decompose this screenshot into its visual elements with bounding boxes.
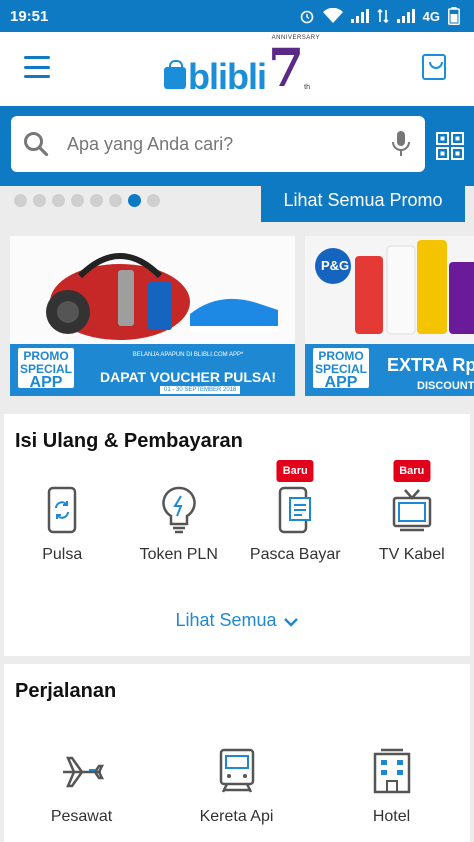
logo-anniversary-label: ANNIVERSARY — [271, 35, 321, 41]
alarm-icon — [299, 8, 315, 24]
travel-pesawat[interactable]: Pesawat — [4, 736, 159, 826]
app-header: blibli 7 th ANNIVERSARY — [0, 32, 474, 106]
shopping-bag-icon[interactable] — [422, 54, 446, 80]
service-token-pln[interactable]: Token PLN — [121, 474, 238, 564]
travel-section-title: Perjalanan — [15, 680, 117, 702]
airplane-icon — [62, 756, 104, 788]
train-icon — [219, 748, 254, 793]
new-badge: Baru — [276, 460, 314, 482]
promo-row: Lihat Semua Promo — [0, 178, 474, 236]
pg-products-illustration — [305, 236, 474, 346]
carousel-dot[interactable] — [147, 194, 160, 207]
carousel-dot[interactable] — [52, 194, 65, 207]
logo-th-suffix: th — [304, 84, 311, 91]
blibli-logo[interactable]: blibli 7 th ANNIVERSARY — [163, 35, 320, 99]
lightbulb-icon — [161, 486, 196, 534]
search-input[interactable] — [67, 133, 379, 155]
microphone-icon[interactable] — [391, 130, 411, 158]
service-pasca-bayar[interactable]: Baru Pasca Bayar — [237, 460, 354, 564]
tv-icon — [392, 489, 431, 532]
banner-date: 01 - 30 SEPTEMBER 2018 — [160, 386, 241, 394]
logo-text: blibli — [187, 56, 267, 97]
see-all-label: Lihat Semua — [175, 610, 277, 630]
service-tv-kabel[interactable]: Baru TV Kabel — [354, 460, 471, 564]
banner-main-text: DAPAT VOUCHER PULSA! — [99, 369, 277, 385]
logo-anniversary-number: 7 — [267, 38, 305, 99]
search-box[interactable] — [11, 116, 425, 172]
see-all-promo-button[interactable]: Lihat Semua Promo — [261, 178, 465, 222]
banner-main-text: EXTRA Rp — [387, 355, 474, 375]
carousel-dot[interactable] — [109, 194, 122, 207]
service-label: Pulsa — [42, 546, 83, 563]
wifi-icon — [322, 8, 343, 24]
battery-icon — [448, 7, 460, 25]
qr-scanner-icon[interactable] — [436, 132, 464, 160]
carousel-dot[interactable] — [71, 194, 84, 207]
payment-section-title: Isi Ulang & Pembayaran — [15, 430, 243, 452]
promo-special-app-badge: PROMO SPECIAL APP — [311, 346, 371, 391]
signal-icon-2 — [396, 9, 415, 23]
data-transfer-icon — [377, 9, 389, 23]
carousel-dot[interactable] — [14, 194, 27, 207]
signal-icon — [350, 9, 369, 23]
search-area — [0, 106, 474, 186]
promo-banner-pg[interactable]: P&G PROMOSPECIALAPP EXTRA Rp DISCOUNT FO… — [305, 236, 474, 396]
travel-label: Pesawat — [50, 808, 113, 825]
see-all-services-button[interactable]: Lihat Semua — [4, 610, 470, 631]
status-bar: 19:51 4G — [0, 0, 474, 32]
carousel-dot[interactable] — [33, 194, 46, 207]
carousel-dot[interactable] — [128, 194, 141, 207]
service-label: Token PLN — [139, 546, 218, 563]
search-icon — [24, 132, 49, 157]
shopping-bag-logo-icon — [163, 60, 186, 89]
network-type: 4G — [422, 8, 440, 24]
travel-kereta-api[interactable]: Kereta Api — [159, 736, 314, 826]
service-label: Pasca Bayar — [249, 546, 341, 563]
service-label: TV Kabel — [378, 546, 445, 563]
carousel-dot[interactable] — [90, 194, 103, 207]
banner-sub-text: DISCOUNT FOR ALL P& — [417, 380, 474, 392]
hotel-icon — [373, 748, 410, 794]
phone-refresh-icon — [48, 486, 77, 534]
status-time: 19:51 — [10, 7, 49, 25]
promo-banners: PROMO SPECIAL APP BELANJA APAPUN DI BLIBLI… — [0, 236, 474, 400]
chevron-down-icon — [283, 618, 298, 627]
service-pulsa[interactable]: Pulsa — [4, 474, 121, 564]
promo-special-app-badge: PROMO SPECIAL APP — [16, 346, 76, 391]
carousel-dots — [14, 194, 160, 207]
status-icons: 4G — [299, 7, 460, 25]
promo-banner-voucher-pulsa[interactable]: PROMO SPECIAL APP BELANJA APAPUN DI BLIBLI… — [10, 236, 295, 396]
travel-label: Kereta Api — [199, 808, 274, 825]
payment-section: Isi Ulang & Pembayaran Pulsa Token PLN B… — [4, 414, 470, 656]
pg-brand-logo: P&G — [321, 258, 350, 273]
travel-label: Hotel — [372, 808, 411, 825]
products-illustration — [10, 236, 295, 346]
new-badge: Baru — [393, 460, 431, 482]
travel-section: Perjalanan Pesawat Kereta Api Hotel — [4, 664, 470, 842]
travel-hotel[interactable]: Hotel — [314, 736, 469, 826]
phone-bill-icon — [279, 486, 312, 534]
banner-small-text: BELANJA APAPUN DI BLIBLI.COM APP* — [132, 352, 244, 358]
hamburger-menu-icon[interactable] — [24, 56, 50, 78]
